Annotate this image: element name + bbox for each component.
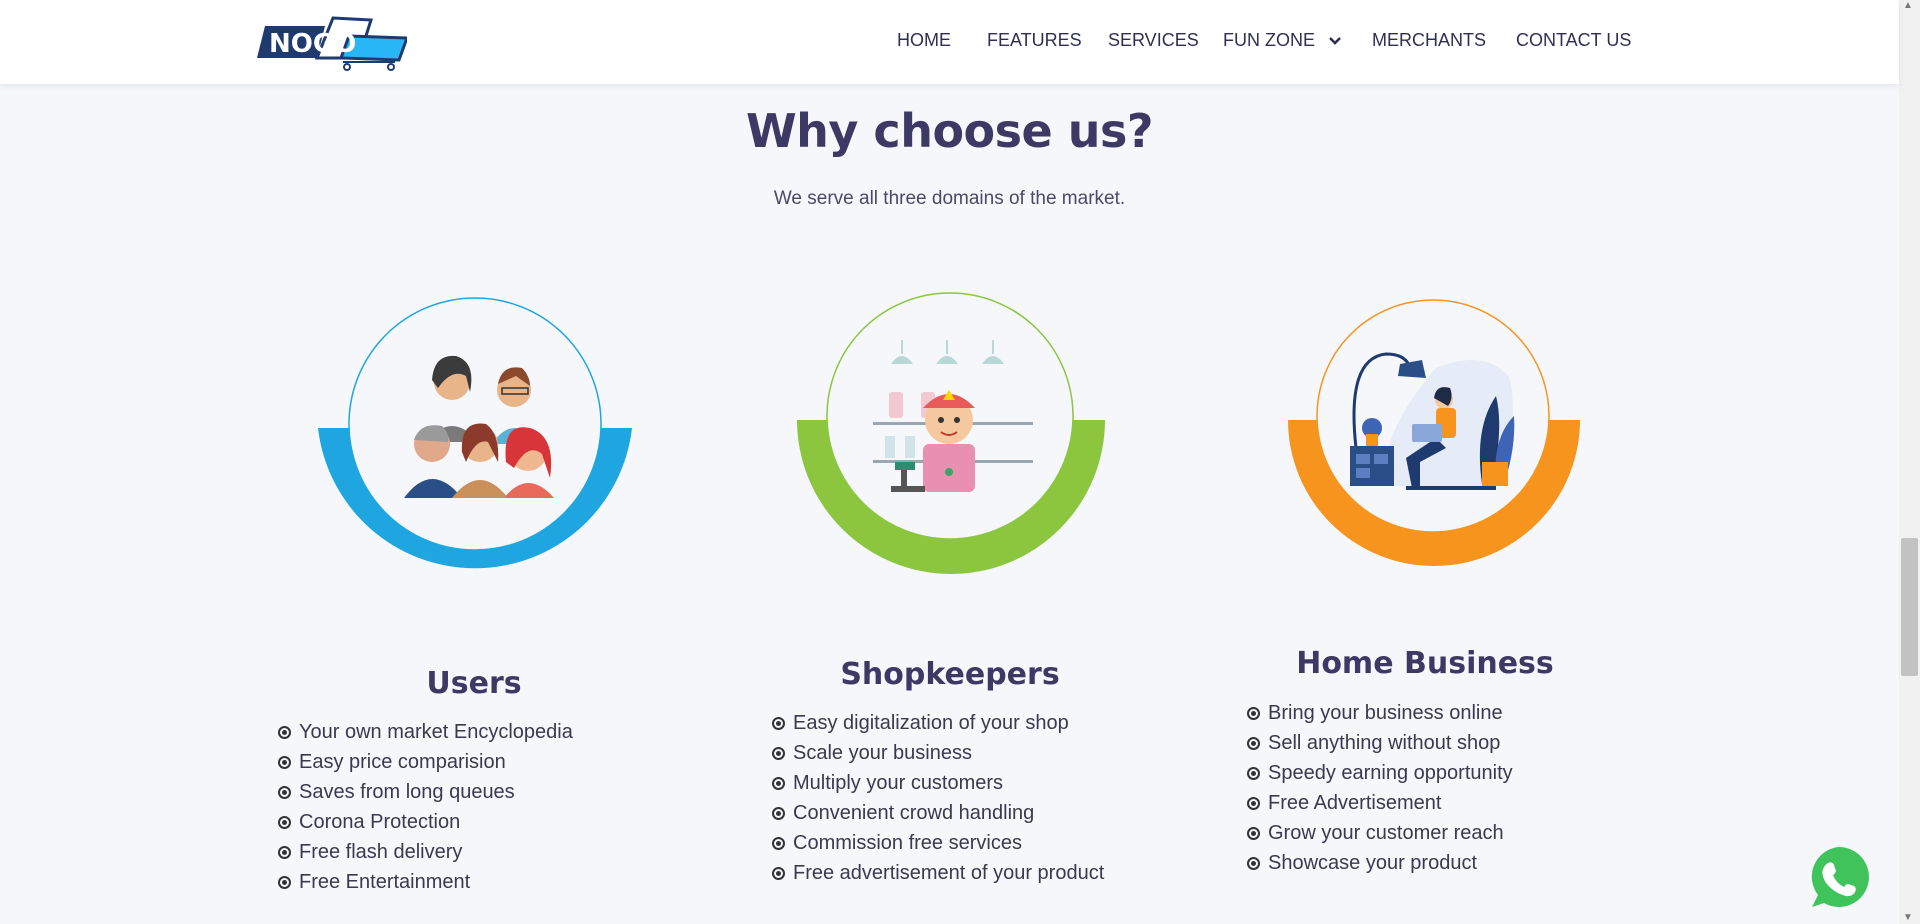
list-item: Saves from long queues (278, 777, 573, 807)
list-item: Easy price comparision (278, 747, 573, 777)
radio-bullet-icon (1247, 856, 1260, 870)
list-item: Speedy earning opportunity (1247, 758, 1513, 788)
list-item: Bring your business online (1247, 698, 1513, 728)
users-benefits-list: Your own market Encyclopedia Easy price … (278, 717, 573, 897)
radio-bullet-icon (1247, 736, 1260, 750)
radio-bullet-icon (772, 866, 785, 880)
radio-bullet-icon (772, 836, 785, 850)
radio-bullet-icon (278, 785, 291, 799)
radio-bullet-icon (278, 845, 291, 859)
nav-features[interactable]: FEATURES (987, 30, 1082, 51)
scroll-down-arrow-icon[interactable]: ▼ (1903, 912, 1913, 923)
radio-bullet-icon (772, 776, 785, 790)
radio-bullet-icon (278, 755, 291, 769)
page-scrollbar[interactable] (1899, 0, 1920, 924)
home-business-benefits-list: Bring your business online Sell anything… (1247, 698, 1513, 878)
list-item: Free Advertisement (1247, 788, 1513, 818)
section-title: Why choose us? (745, 104, 1154, 158)
radio-bullet-icon (772, 806, 785, 820)
nav-home[interactable]: HOME (897, 30, 951, 51)
list-item: Convenient crowd handling (772, 798, 1104, 828)
list-item: Free advertisement of your product (772, 858, 1104, 888)
site-header: NOGO HOME FEATURES SERVICES FUN ZONE MER… (0, 0, 1899, 84)
radio-bullet-icon (1247, 766, 1260, 780)
radio-bullet-icon (278, 725, 291, 739)
logo-text: NOGO (269, 29, 356, 59)
nav-services[interactable]: SERVICES (1108, 30, 1199, 51)
list-item: Sell anything without shop (1247, 728, 1513, 758)
nav-contact-us[interactable]: CONTACT US (1516, 30, 1631, 51)
users-illustration (318, 297, 632, 569)
nav-fun-zone-label: FUN ZONE (1223, 30, 1315, 50)
radio-bullet-icon (278, 875, 291, 889)
list-item: Multiply your customers (772, 768, 1104, 798)
radio-bullet-icon (772, 716, 785, 730)
shopkeepers-benefits-list: Easy digitalization of your shop Scale y… (772, 708, 1104, 888)
radio-bullet-icon (1247, 796, 1260, 810)
shopkeeper-illustration (797, 292, 1105, 574)
list-item: Your own market Encyclopedia (278, 717, 573, 747)
list-item: Free Entertainment (278, 867, 573, 897)
list-item: Scale your business (772, 738, 1104, 768)
card-title-shopkeepers: Shopkeepers (840, 657, 1060, 692)
nav-fun-zone[interactable]: FUN ZONE (1223, 30, 1342, 51)
radio-bullet-icon (772, 746, 785, 760)
scroll-up-arrow-icon[interactable]: ▲ (1903, 0, 1913, 11)
list-item: Commission free services (772, 828, 1104, 858)
nav-merchants[interactable]: MERCHANTS (1372, 30, 1486, 51)
card-title-users: Users (426, 666, 522, 701)
list-item: Grow your customer reach (1247, 818, 1513, 848)
list-item: Easy digitalization of your shop (772, 708, 1104, 738)
section-subtitle: We serve all three domains of the market… (773, 188, 1126, 209)
chevron-down-icon (1329, 37, 1341, 46)
nogo-logo[interactable]: NOGO (255, 14, 407, 72)
scrollbar-thumb[interactable] (1901, 538, 1918, 676)
list-item: Corona Protection (278, 807, 573, 837)
card-title-home-business: Home Business (1296, 646, 1554, 681)
whatsapp-button[interactable] (1806, 845, 1870, 909)
radio-bullet-icon (1247, 826, 1260, 840)
radio-bullet-icon (1247, 706, 1260, 720)
radio-bullet-icon (278, 815, 291, 829)
home-business-illustration (1288, 299, 1580, 566)
list-item: Showcase your product (1247, 848, 1513, 878)
list-item: Free flash delivery (278, 837, 573, 867)
